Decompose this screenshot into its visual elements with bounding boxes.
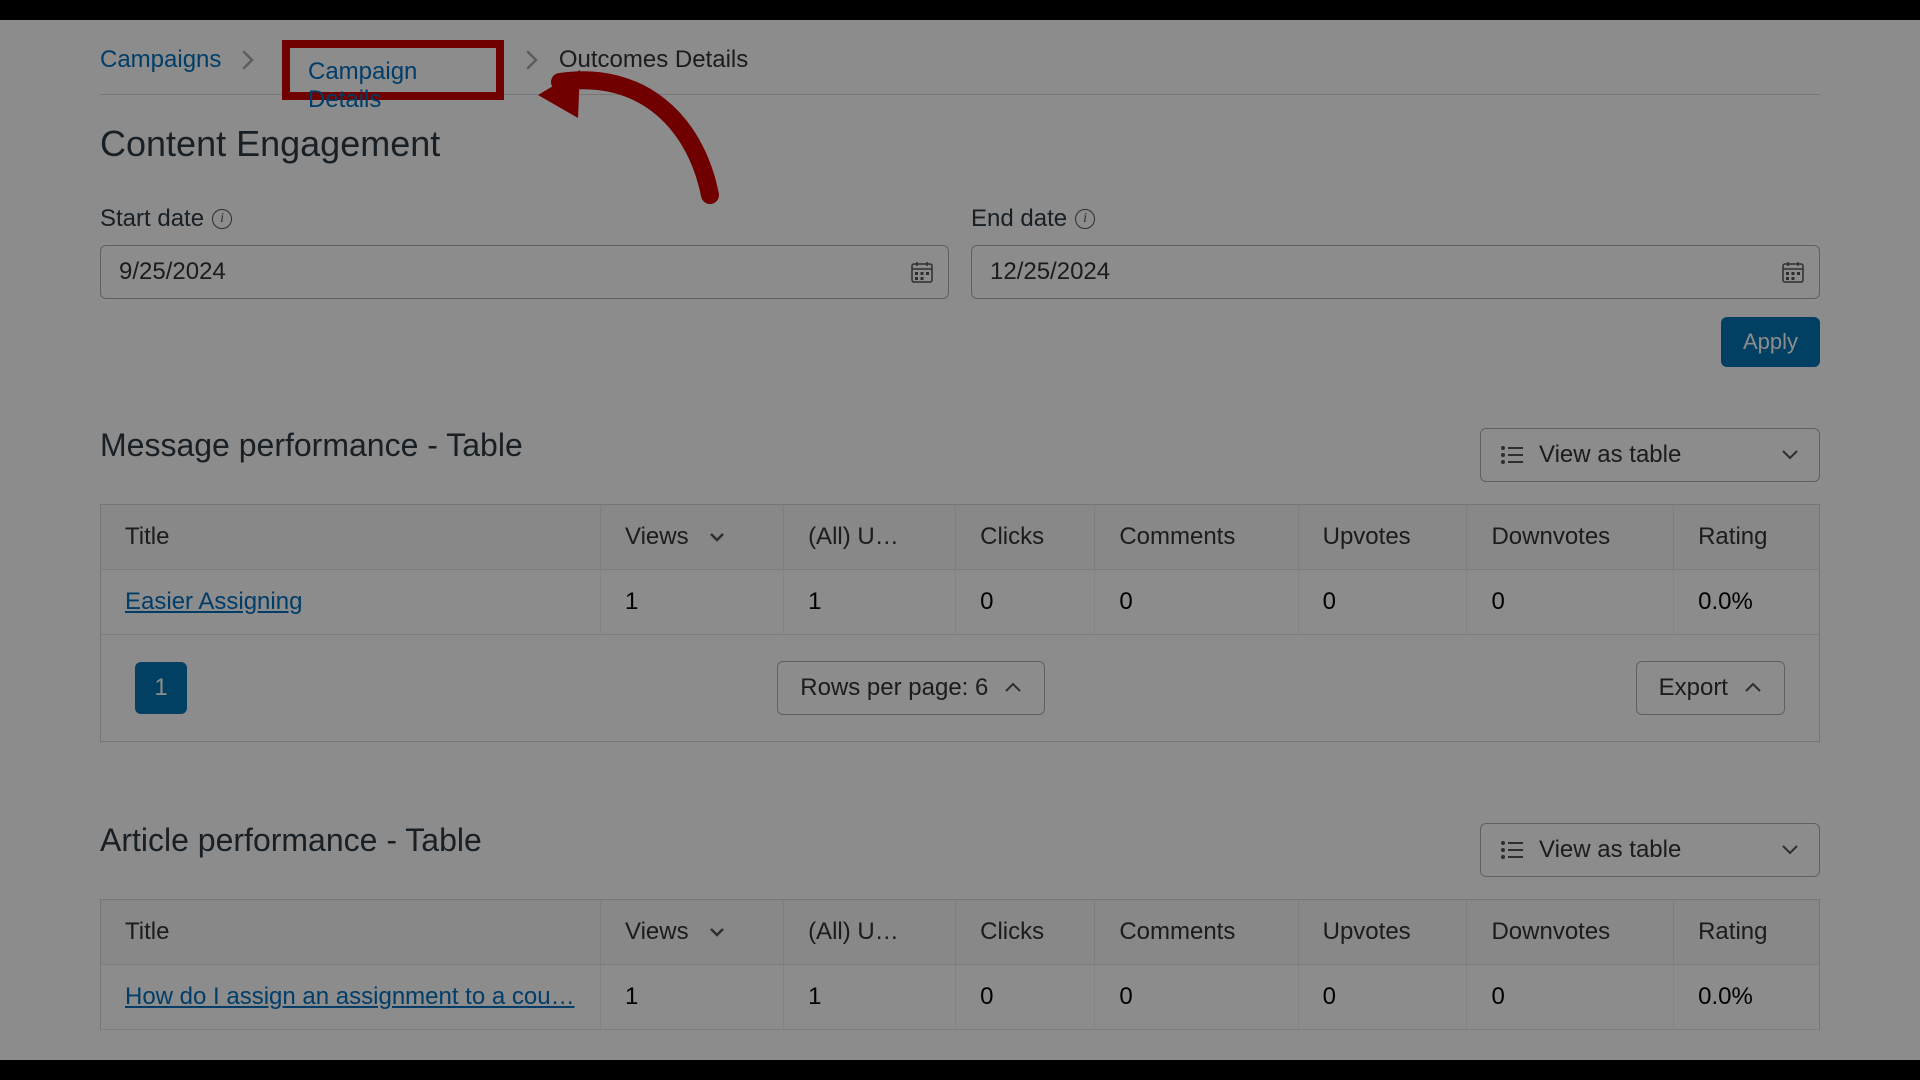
col-title[interactable]: Title — [101, 505, 601, 570]
message-section-header: Message performance - Table View as tabl… — [100, 427, 1820, 482]
calendar-icon[interactable] — [1782, 261, 1804, 283]
view-as-table-dropdown[interactable]: View as table — [1480, 428, 1820, 482]
article-performance-table: Title Views (All) U… Clicks Comments Upv… — [100, 899, 1820, 1030]
cell-downvotes: 0 — [1467, 965, 1674, 1030]
cell-allu: 1 — [784, 570, 956, 635]
col-comments[interactable]: Comments — [1095, 900, 1298, 965]
content-frame: Campaign Details Campaigns Campaign Deta… — [0, 20, 1920, 1060]
article-section-title: Article performance - Table — [100, 822, 482, 859]
apply-row: Apply — [100, 317, 1820, 367]
chevron-right-icon — [241, 50, 255, 70]
col-clicks[interactable]: Clicks — [956, 900, 1095, 965]
col-downvotes[interactable]: Downvotes — [1467, 505, 1674, 570]
col-title[interactable]: Title — [101, 900, 601, 965]
main-content: Campaigns Campaign Details Outcomes Deta… — [100, 45, 1820, 1030]
row-title-link[interactable]: How do I assign an assignment to a cou… — [125, 983, 575, 1010]
col-comments[interactable]: Comments — [1095, 505, 1298, 570]
breadcrumb-campaigns[interactable]: Campaigns — [100, 46, 221, 74]
end-date-input-wrap — [971, 245, 1820, 299]
message-performance-table: Title Views (All) U… Clicks Comments Upv… — [100, 504, 1820, 635]
cell-comments: 0 — [1095, 570, 1298, 635]
cell-downvotes: 0 — [1467, 570, 1674, 635]
start-date-input[interactable] — [100, 245, 949, 299]
cell-rating: 0.0% — [1674, 570, 1820, 635]
message-section-title: Message performance - Table — [100, 427, 523, 464]
cell-upvotes: 0 — [1298, 965, 1467, 1030]
view-as-table-dropdown[interactable]: View as table — [1480, 823, 1820, 877]
info-icon[interactable]: i — [1075, 209, 1095, 229]
view-as-table-label: View as table — [1539, 836, 1681, 864]
page-title: Content Engagement — [100, 123, 1820, 165]
chevron-up-icon — [1744, 682, 1762, 694]
info-icon[interactable]: i — [212, 209, 232, 229]
calendar-icon[interactable] — [911, 261, 933, 283]
list-icon — [1501, 841, 1523, 859]
end-date-group: End date i — [971, 205, 1820, 299]
cell-upvotes: 0 — [1298, 570, 1467, 635]
cell-comments: 0 — [1095, 965, 1298, 1030]
date-filters: Start date i End date i — [100, 205, 1820, 299]
chevron-up-icon — [1004, 682, 1022, 694]
chevron-down-icon — [1781, 449, 1799, 461]
col-rating[interactable]: Rating — [1674, 900, 1820, 965]
table-row: How do I assign an assignment to a cou… … — [101, 965, 1820, 1030]
apply-button[interactable]: Apply — [1721, 317, 1820, 367]
col-views[interactable]: Views — [601, 900, 784, 965]
col-rating[interactable]: Rating — [1674, 505, 1820, 570]
end-date-input[interactable] — [971, 245, 1820, 299]
article-section-header: Article performance - Table View as tabl… — [100, 822, 1820, 877]
col-upvotes[interactable]: Upvotes — [1298, 900, 1467, 965]
export-button[interactable]: Export — [1636, 661, 1785, 715]
cell-clicks: 0 — [956, 570, 1095, 635]
sort-desc-icon — [709, 926, 725, 938]
end-date-label: End date i — [971, 205, 1820, 233]
start-date-group: Start date i — [100, 205, 949, 299]
cell-clicks: 0 — [956, 965, 1095, 1030]
view-as-table-label: View as table — [1539, 441, 1681, 469]
cell-allu: 1 — [784, 965, 956, 1030]
breadcrumb-campaign-details-highlighted[interactable]: Campaign Details — [308, 58, 496, 114]
cell-views: 1 — [601, 570, 784, 635]
pagination-page-1[interactable]: 1 — [135, 662, 187, 714]
message-table-footer: 1 Rows per page: 6 Export — [100, 635, 1820, 742]
chevron-down-icon — [1781, 844, 1799, 856]
start-date-input-wrap — [100, 245, 949, 299]
annotation-arrow — [520, 40, 730, 210]
list-icon — [1501, 446, 1523, 464]
page-wrap: Campaign Details Campaigns Campaign Deta… — [0, 0, 1920, 1080]
cell-views: 1 — [601, 965, 784, 1030]
col-clicks[interactable]: Clicks — [956, 505, 1095, 570]
cell-rating: 0.0% — [1674, 965, 1820, 1030]
table-row: Easier Assigning 1 1 0 0 0 0 0.0% — [101, 570, 1820, 635]
col-allu[interactable]: (All) U… — [784, 505, 956, 570]
rows-per-page-dropdown[interactable]: Rows per page: 6 — [777, 661, 1045, 715]
col-downvotes[interactable]: Downvotes — [1467, 900, 1674, 965]
col-views[interactable]: Views — [601, 505, 784, 570]
annotation-highlight-box: Campaign Details — [282, 40, 504, 100]
col-allu[interactable]: (All) U… — [784, 900, 956, 965]
sort-desc-icon — [709, 531, 725, 543]
col-upvotes[interactable]: Upvotes — [1298, 505, 1467, 570]
row-title-link[interactable]: Easier Assigning — [125, 588, 302, 615]
